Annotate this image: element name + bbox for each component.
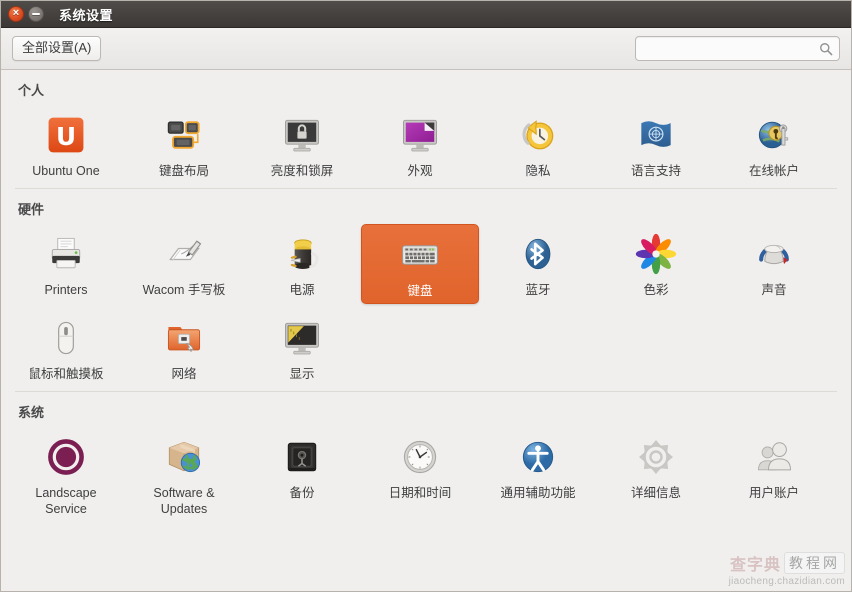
tile-software-updates[interactable]: Software & Updates <box>125 427 243 521</box>
tile-accessibility[interactable]: 通用辅助功能 <box>479 427 597 521</box>
user-accounts-icon <box>750 433 798 481</box>
tile-printers[interactable]: Printers <box>7 224 125 305</box>
tile-bluetooth[interactable]: 蓝牙 <box>479 224 597 305</box>
tile-label: 电源 <box>289 282 315 297</box>
tile-language-support[interactable]: 语言支持 <box>597 105 715 184</box>
tile-details[interactable]: 详细信息 <box>597 427 715 521</box>
section-system: 系统 Landscape Service Software & Updates … <box>1 390 851 525</box>
tile-label: 语言支持 <box>630 164 681 178</box>
keyboard-icon <box>396 231 444 279</box>
minimize-icon <box>32 13 40 15</box>
tile-label: Software & Updates <box>153 485 215 516</box>
network-icon <box>160 314 208 362</box>
tile-label: 在线帐户 <box>748 164 799 178</box>
accessibility-icon <box>514 433 562 481</box>
tile-backup[interactable]: 备份 <box>243 427 361 521</box>
tile-label: 备份 <box>289 485 315 500</box>
backup-icon <box>278 433 326 481</box>
section-title-hardware: 硬件 <box>18 201 45 217</box>
software-updates-icon <box>160 433 208 481</box>
tile-keyboard-layout[interactable]: 键盘布局 <box>125 105 243 184</box>
close-button[interactable]: × <box>8 6 24 22</box>
wacom-tablet-icon <box>160 230 208 278</box>
color-icon <box>632 230 680 278</box>
tile-label: Ubuntu One <box>32 164 100 178</box>
section-hardware: 硬件 Printers Wacom 手写板 电源 键盘 蓝牙 色彩 声音 鼠标和… <box>1 187 851 391</box>
mouse-touchpad-icon <box>42 314 90 362</box>
printer-icon <box>42 230 90 278</box>
privacy-icon <box>514 111 562 159</box>
close-icon: × <box>12 7 20 19</box>
tile-label: 鼠标和触摸板 <box>28 367 104 382</box>
tile-network[interactable]: 网络 <box>125 308 243 387</box>
sound-icon <box>750 230 798 278</box>
tile-label: 蓝牙 <box>525 282 551 297</box>
tile-grid-personal: U Ubuntu One 键盘布局 亮度和锁屏 外观 隐私 语言支持 在线帐户 <box>1 105 851 188</box>
tile-appearance[interactable]: 外观 <box>361 105 479 184</box>
tile-landscape-service[interactable]: Landscape Service <box>7 427 125 521</box>
tile-power[interactable]: 电源 <box>243 224 361 305</box>
tile-label: 通用辅助功能 <box>500 485 576 500</box>
section-personal: 个人 U Ubuntu One 键盘布局 亮度和锁屏 外观 隐私 语言支持 在线… <box>1 70 851 188</box>
tile-mouse-touchpad[interactable]: 鼠标和触摸板 <box>7 308 125 387</box>
tile-label: Printers <box>44 282 88 297</box>
power-icon <box>278 230 326 278</box>
system-settings-window: × 系统设置 全部设置(A) 个人 U Ubuntu One 键盘布局 亮度和锁… <box>0 0 852 592</box>
tile-brightness-lock[interactable]: 亮度和锁屏 <box>243 105 361 184</box>
window-title: 系统设置 <box>59 7 114 23</box>
tile-wacom-tablet[interactable]: Wacom 手写板 <box>125 224 243 305</box>
appearance-icon <box>396 111 444 159</box>
tile-label: 键盘 <box>407 283 433 298</box>
tile-label: 色彩 <box>643 282 669 297</box>
tile-sound[interactable]: 声音 <box>715 224 833 305</box>
tile-label: 声音 <box>761 282 787 297</box>
display-icon <box>278 314 326 362</box>
search-input[interactable] <box>644 40 819 57</box>
tile-display[interactable]: 显示 <box>243 308 361 387</box>
tile-label: 隐私 <box>525 164 551 178</box>
search-box[interactable] <box>635 36 840 61</box>
minimize-button[interactable] <box>28 6 44 22</box>
date-time-icon <box>396 433 444 481</box>
tile-label: Landscape Service <box>35 485 97 516</box>
search-icon <box>819 42 833 56</box>
online-accounts-icon <box>750 111 798 159</box>
settings-content: 个人 U Ubuntu One 键盘布局 亮度和锁屏 外观 隐私 语言支持 在线… <box>1 70 851 591</box>
all-settings-button[interactable]: 全部设置(A) <box>12 35 102 62</box>
tile-privacy[interactable]: 隐私 <box>479 105 597 184</box>
landscape-service-icon <box>42 433 90 481</box>
toolbar: 全部设置(A) <box>1 28 851 70</box>
tile-grid-hardware: Printers Wacom 手写板 电源 键盘 蓝牙 色彩 声音 鼠标和触摸板… <box>1 223 851 391</box>
details-icon <box>632 433 680 481</box>
bluetooth-icon <box>514 230 562 278</box>
tile-user-accounts[interactable]: 用户账户 <box>715 427 833 521</box>
tile-label: Wacom 手写板 <box>142 282 226 297</box>
section-title-system: 系统 <box>18 404 45 420</box>
tile-date-time[interactable]: 日期和时间 <box>361 427 479 521</box>
tile-label: 用户账户 <box>748 485 799 500</box>
tile-online-accounts[interactable]: 在线帐户 <box>715 105 833 184</box>
section-title-personal: 个人 <box>18 83 45 98</box>
language-support-icon <box>632 111 680 159</box>
tile-label: 亮度和锁屏 <box>270 164 334 178</box>
title-bar: × 系统设置 <box>1 1 851 28</box>
tile-ubuntu-one[interactable]: U Ubuntu One <box>7 105 125 184</box>
tile-label: 日期和时间 <box>388 485 452 500</box>
tile-label: 外观 <box>407 164 433 178</box>
tile-keyboard[interactable]: 键盘 <box>361 223 479 305</box>
tile-label: 键盘布局 <box>158 164 209 178</box>
tile-label: 显示 <box>289 367 315 382</box>
tile-grid-system: Landscape Service Software & Updates 备份 … <box>1 427 851 525</box>
ubuntu-one-icon: U <box>42 111 90 159</box>
tile-label: 详细信息 <box>630 485 681 500</box>
tile-color[interactable]: 色彩 <box>597 224 715 305</box>
brightness-lock-icon <box>278 111 326 159</box>
svg-text:U: U <box>56 122 76 151</box>
tile-label: 网络 <box>171 367 197 382</box>
keyboard-layout-icon <box>160 111 208 159</box>
